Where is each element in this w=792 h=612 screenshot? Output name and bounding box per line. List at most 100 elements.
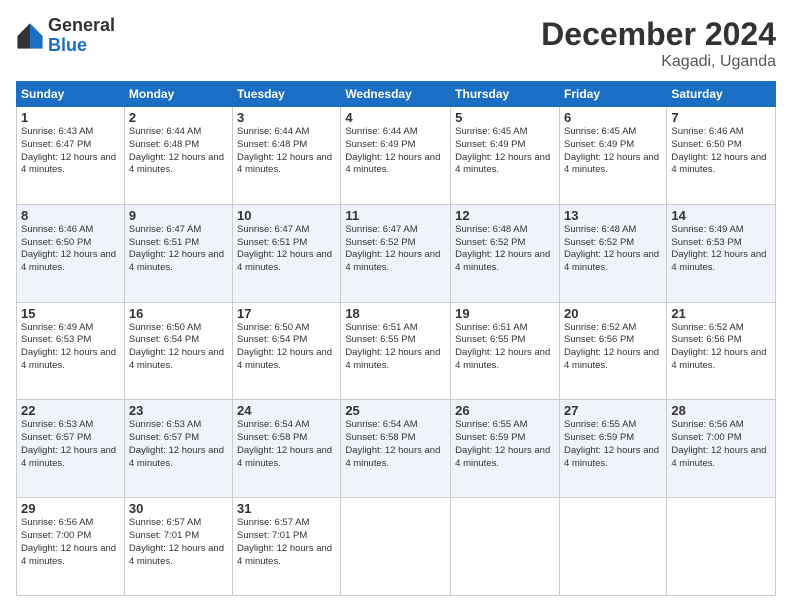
day-info: Sunrise: 6:54 AMSunset: 6:58 PMDaylight:… bbox=[345, 419, 446, 470]
calendar-cell: 26 Sunrise: 6:55 AMSunset: 6:59 PMDaylig… bbox=[451, 400, 560, 498]
calendar-cell bbox=[341, 498, 451, 596]
day-info: Sunrise: 6:51 AMSunset: 6:55 PMDaylight:… bbox=[455, 322, 555, 373]
day-info: Sunrise: 6:45 AMSunset: 6:49 PMDaylight:… bbox=[564, 126, 662, 177]
day-number: 2 bbox=[129, 110, 228, 125]
calendar-cell: 23 Sunrise: 6:53 AMSunset: 6:57 PMDaylig… bbox=[124, 400, 232, 498]
calendar-cell: 6 Sunrise: 6:45 AMSunset: 6:49 PMDayligh… bbox=[559, 107, 666, 205]
day-number: 17 bbox=[237, 306, 336, 321]
calendar-cell: 10 Sunrise: 6:47 AMSunset: 6:51 PMDaylig… bbox=[233, 204, 341, 302]
day-number: 23 bbox=[129, 403, 228, 418]
day-info: Sunrise: 6:44 AMSunset: 6:48 PMDaylight:… bbox=[129, 126, 228, 177]
day-number: 8 bbox=[21, 208, 120, 223]
day-number: 25 bbox=[345, 403, 446, 418]
day-info: Sunrise: 6:50 AMSunset: 6:54 PMDaylight:… bbox=[129, 322, 228, 373]
day-info: Sunrise: 6:43 AMSunset: 6:47 PMDaylight:… bbox=[21, 126, 120, 177]
calendar-cell: 24 Sunrise: 6:54 AMSunset: 6:58 PMDaylig… bbox=[233, 400, 341, 498]
day-number: 29 bbox=[21, 501, 120, 516]
calendar-row: 8 Sunrise: 6:46 AMSunset: 6:50 PMDayligh… bbox=[17, 204, 776, 302]
day-number: 15 bbox=[21, 306, 120, 321]
day-number: 4 bbox=[345, 110, 446, 125]
calendar-cell: 1 Sunrise: 6:43 AMSunset: 6:47 PMDayligh… bbox=[17, 107, 125, 205]
day-info: Sunrise: 6:48 AMSunset: 6:52 PMDaylight:… bbox=[455, 224, 555, 275]
day-number: 22 bbox=[21, 403, 120, 418]
calendar-row: 15 Sunrise: 6:49 AMSunset: 6:53 PMDaylig… bbox=[17, 302, 776, 400]
day-info: Sunrise: 6:54 AMSunset: 6:58 PMDaylight:… bbox=[237, 419, 336, 470]
logo: General Blue bbox=[16, 16, 115, 56]
calendar-cell: 7 Sunrise: 6:46 AMSunset: 6:50 PMDayligh… bbox=[667, 107, 776, 205]
day-number: 24 bbox=[237, 403, 336, 418]
calendar-table: Sunday Monday Tuesday Wednesday Thursday… bbox=[16, 81, 776, 596]
calendar-cell bbox=[559, 498, 666, 596]
day-number: 31 bbox=[237, 501, 336, 516]
header-monday: Monday bbox=[124, 82, 232, 107]
calendar-row: 22 Sunrise: 6:53 AMSunset: 6:57 PMDaylig… bbox=[17, 400, 776, 498]
calendar-cell: 30 Sunrise: 6:57 AMSunset: 7:01 PMDaylig… bbox=[124, 498, 232, 596]
calendar-cell: 19 Sunrise: 6:51 AMSunset: 6:55 PMDaylig… bbox=[451, 302, 560, 400]
calendar-cell: 4 Sunrise: 6:44 AMSunset: 6:49 PMDayligh… bbox=[341, 107, 451, 205]
header-saturday: Saturday bbox=[667, 82, 776, 107]
day-info: Sunrise: 6:52 AMSunset: 6:56 PMDaylight:… bbox=[564, 322, 662, 373]
day-info: Sunrise: 6:45 AMSunset: 6:49 PMDaylight:… bbox=[455, 126, 555, 177]
day-info: Sunrise: 6:57 AMSunset: 7:01 PMDaylight:… bbox=[237, 517, 336, 568]
calendar-cell: 11 Sunrise: 6:47 AMSunset: 6:52 PMDaylig… bbox=[341, 204, 451, 302]
logo-icon bbox=[16, 22, 44, 50]
day-info: Sunrise: 6:57 AMSunset: 7:01 PMDaylight:… bbox=[129, 517, 228, 568]
header-tuesday: Tuesday bbox=[233, 82, 341, 107]
day-info: Sunrise: 6:47 AMSunset: 6:52 PMDaylight:… bbox=[345, 224, 446, 275]
calendar-cell: 13 Sunrise: 6:48 AMSunset: 6:52 PMDaylig… bbox=[559, 204, 666, 302]
day-number: 1 bbox=[21, 110, 120, 125]
day-info: Sunrise: 6:46 AMSunset: 6:50 PMDaylight:… bbox=[21, 224, 120, 275]
day-number: 3 bbox=[237, 110, 336, 125]
calendar-cell: 21 Sunrise: 6:52 AMSunset: 6:56 PMDaylig… bbox=[667, 302, 776, 400]
day-number: 20 bbox=[564, 306, 662, 321]
day-number: 10 bbox=[237, 208, 336, 223]
day-number: 13 bbox=[564, 208, 662, 223]
day-info: Sunrise: 6:47 AMSunset: 6:51 PMDaylight:… bbox=[237, 224, 336, 275]
day-number: 12 bbox=[455, 208, 555, 223]
day-number: 27 bbox=[564, 403, 662, 418]
day-info: Sunrise: 6:44 AMSunset: 6:48 PMDaylight:… bbox=[237, 126, 336, 177]
calendar-cell: 8 Sunrise: 6:46 AMSunset: 6:50 PMDayligh… bbox=[17, 204, 125, 302]
day-number: 30 bbox=[129, 501, 228, 516]
day-info: Sunrise: 6:44 AMSunset: 6:49 PMDaylight:… bbox=[345, 126, 446, 177]
day-info: Sunrise: 6:51 AMSunset: 6:55 PMDaylight:… bbox=[345, 322, 446, 373]
calendar-cell: 3 Sunrise: 6:44 AMSunset: 6:48 PMDayligh… bbox=[233, 107, 341, 205]
day-info: Sunrise: 6:50 AMSunset: 6:54 PMDaylight:… bbox=[237, 322, 336, 373]
day-info: Sunrise: 6:56 AMSunset: 7:00 PMDaylight:… bbox=[21, 517, 120, 568]
calendar-cell: 12 Sunrise: 6:48 AMSunset: 6:52 PMDaylig… bbox=[451, 204, 560, 302]
calendar-cell: 18 Sunrise: 6:51 AMSunset: 6:55 PMDaylig… bbox=[341, 302, 451, 400]
calendar-cell bbox=[451, 498, 560, 596]
calendar-cell: 27 Sunrise: 6:55 AMSunset: 6:59 PMDaylig… bbox=[559, 400, 666, 498]
month-title: December 2024 bbox=[541, 16, 776, 53]
calendar-cell bbox=[667, 498, 776, 596]
calendar-cell: 5 Sunrise: 6:45 AMSunset: 6:49 PMDayligh… bbox=[451, 107, 560, 205]
day-number: 9 bbox=[129, 208, 228, 223]
day-info: Sunrise: 6:49 AMSunset: 6:53 PMDaylight:… bbox=[671, 224, 771, 275]
calendar-cell: 22 Sunrise: 6:53 AMSunset: 6:57 PMDaylig… bbox=[17, 400, 125, 498]
day-number: 11 bbox=[345, 208, 446, 223]
day-number: 18 bbox=[345, 306, 446, 321]
calendar-cell: 9 Sunrise: 6:47 AMSunset: 6:51 PMDayligh… bbox=[124, 204, 232, 302]
page: General Blue December 2024 Kagadi, Ugand… bbox=[0, 0, 792, 612]
calendar-header-row: Sunday Monday Tuesday Wednesday Thursday… bbox=[17, 82, 776, 107]
calendar-cell: 29 Sunrise: 6:56 AMSunset: 7:00 PMDaylig… bbox=[17, 498, 125, 596]
header-thursday: Thursday bbox=[451, 82, 560, 107]
day-number: 5 bbox=[455, 110, 555, 125]
day-number: 14 bbox=[671, 208, 771, 223]
day-info: Sunrise: 6:46 AMSunset: 6:50 PMDaylight:… bbox=[671, 126, 771, 177]
header: General Blue December 2024 Kagadi, Ugand… bbox=[16, 16, 776, 71]
day-info: Sunrise: 6:47 AMSunset: 6:51 PMDaylight:… bbox=[129, 224, 228, 275]
day-number: 16 bbox=[129, 306, 228, 321]
day-info: Sunrise: 6:52 AMSunset: 6:56 PMDaylight:… bbox=[671, 322, 771, 373]
header-wednesday: Wednesday bbox=[341, 82, 451, 107]
day-number: 7 bbox=[671, 110, 771, 125]
calendar-row: 1 Sunrise: 6:43 AMSunset: 6:47 PMDayligh… bbox=[17, 107, 776, 205]
calendar-cell: 2 Sunrise: 6:44 AMSunset: 6:48 PMDayligh… bbox=[124, 107, 232, 205]
day-number: 21 bbox=[671, 306, 771, 321]
title-section: December 2024 Kagadi, Uganda bbox=[541, 16, 776, 71]
day-info: Sunrise: 6:49 AMSunset: 6:53 PMDaylight:… bbox=[21, 322, 120, 373]
day-info: Sunrise: 6:55 AMSunset: 6:59 PMDaylight:… bbox=[455, 419, 555, 470]
header-sunday: Sunday bbox=[17, 82, 125, 107]
calendar-cell: 28 Sunrise: 6:56 AMSunset: 7:00 PMDaylig… bbox=[667, 400, 776, 498]
day-info: Sunrise: 6:53 AMSunset: 6:57 PMDaylight:… bbox=[129, 419, 228, 470]
